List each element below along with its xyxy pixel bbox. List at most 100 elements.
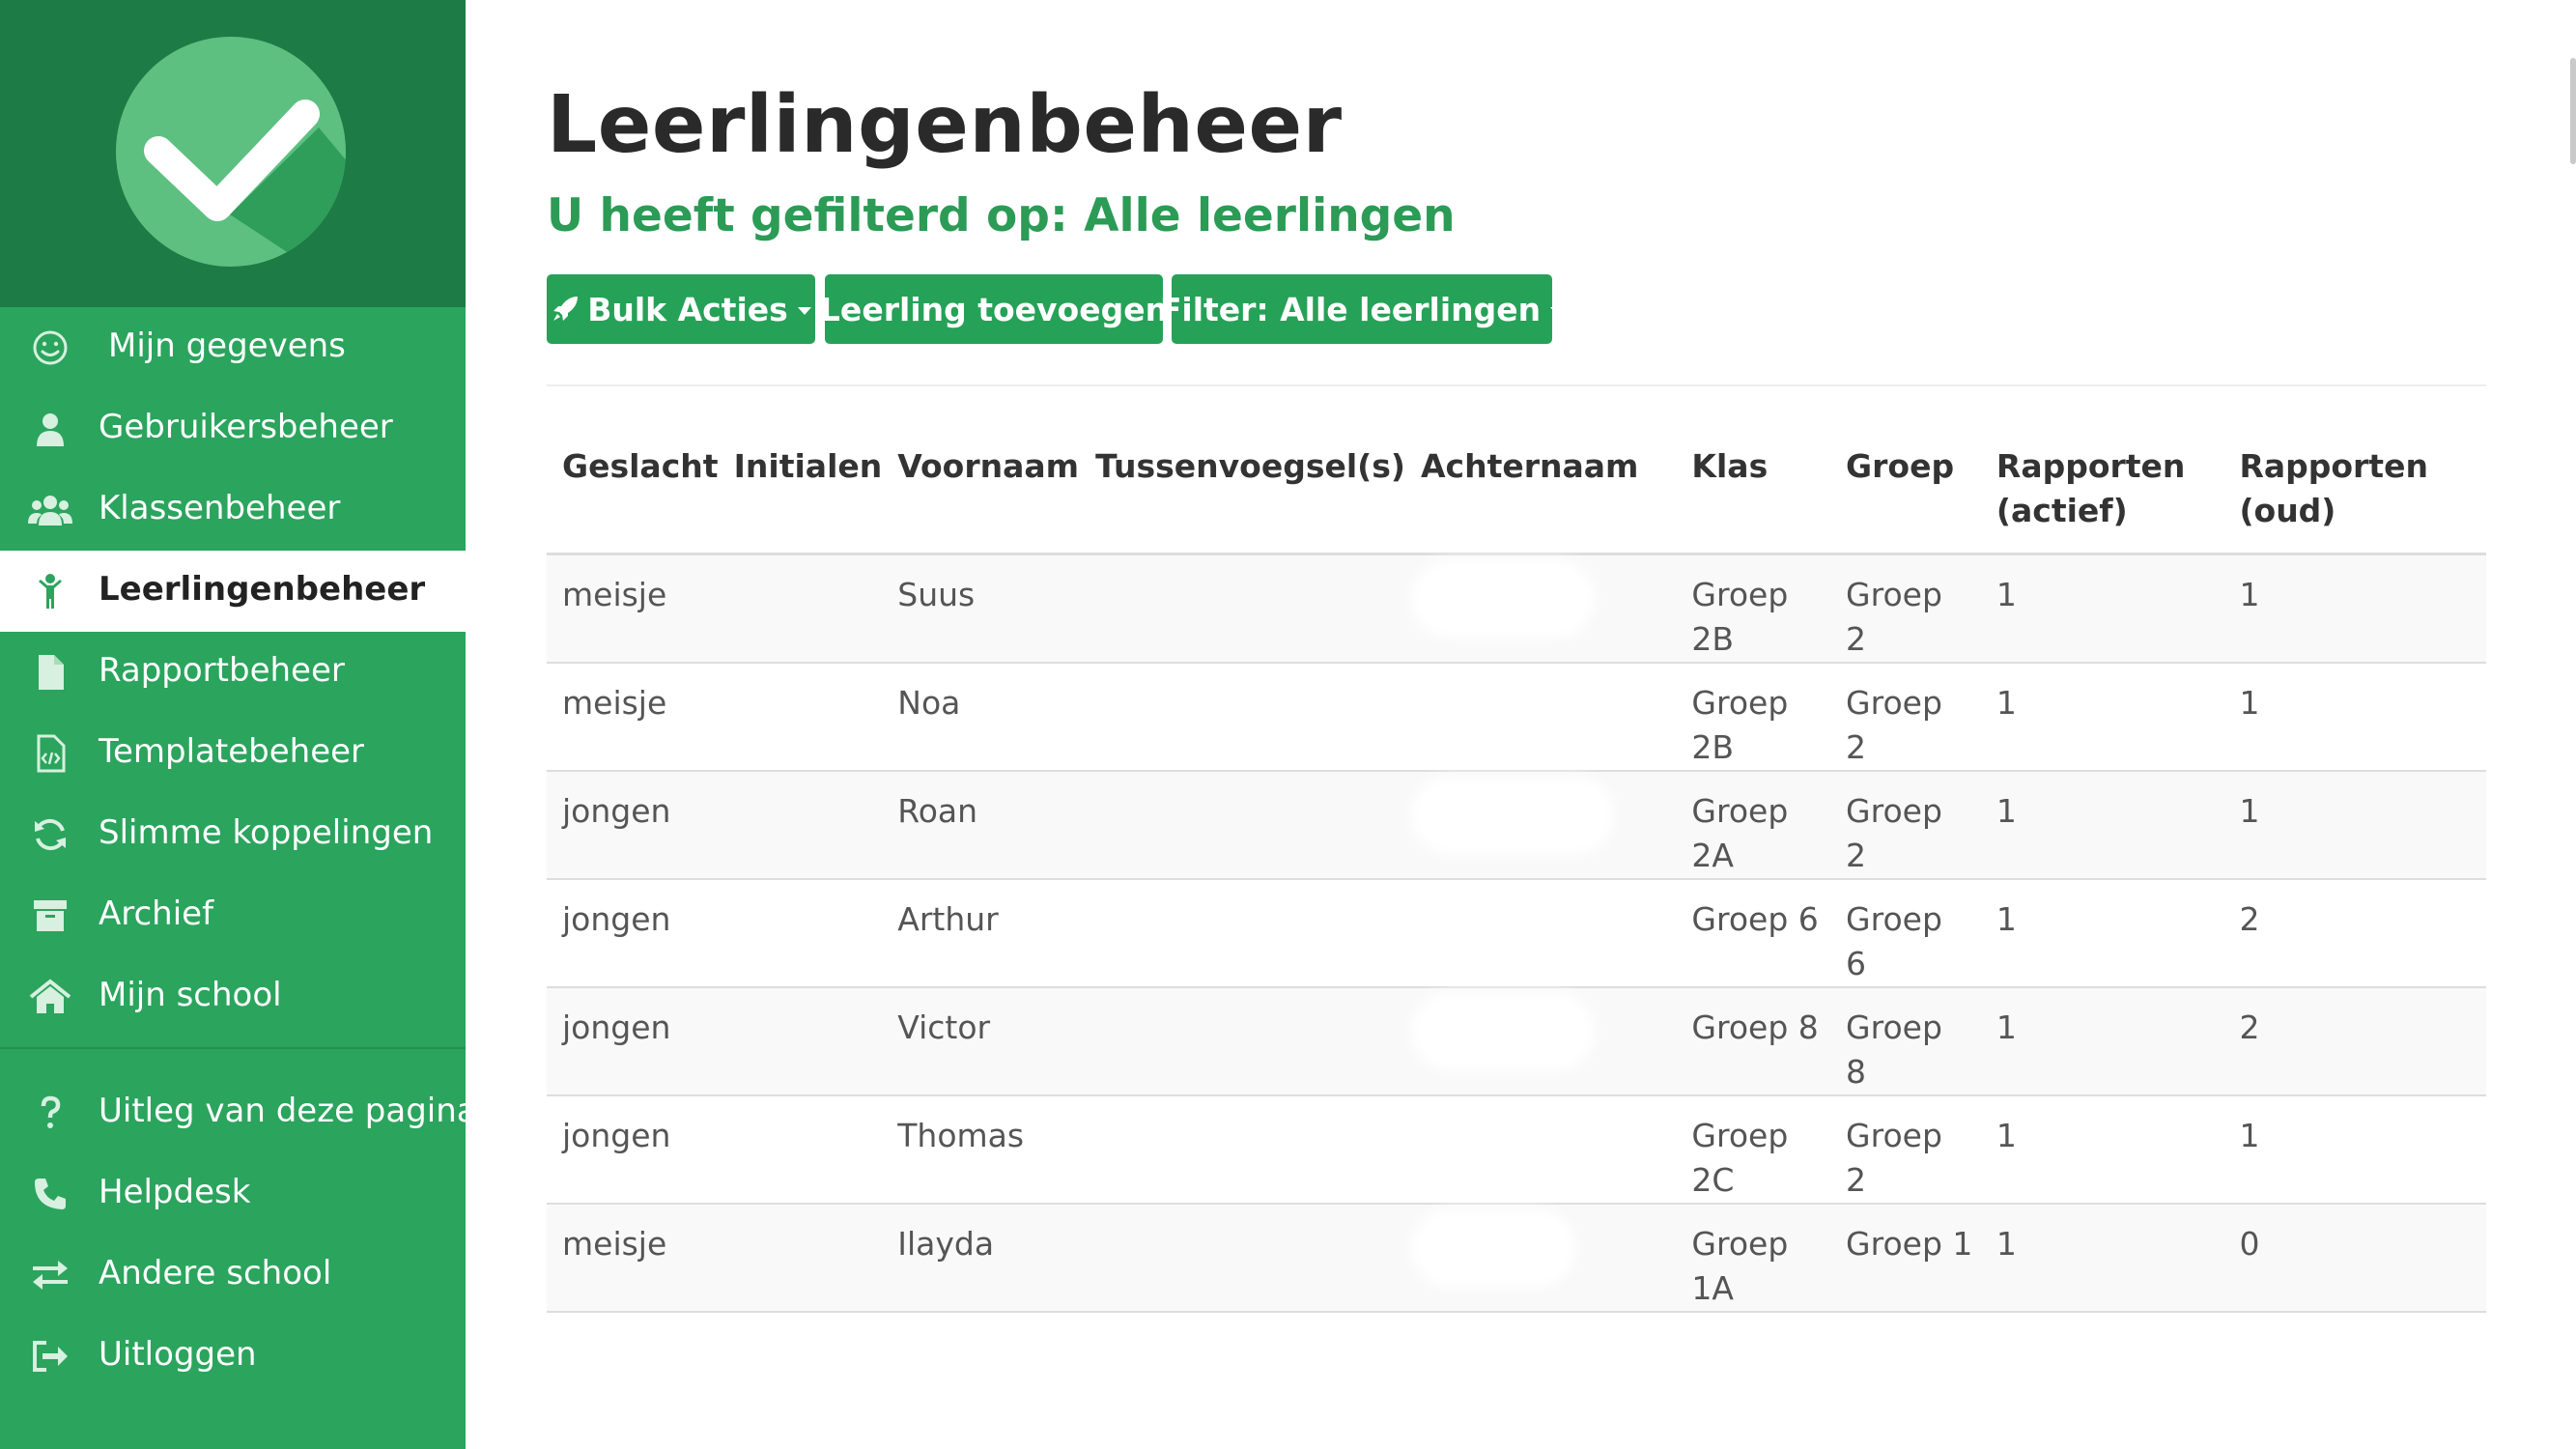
cell-groep: Groep 1 (1830, 1204, 1981, 1313)
cell-klas: Groep 8 (1676, 987, 1831, 1096)
sidebar-item-label: Uitleg van deze pagina (99, 1092, 477, 1130)
sidebar-item-gebruikersbeheer[interactable]: Gebruikersbeheer (0, 388, 466, 469)
checkmark-logo-icon[interactable] (116, 37, 346, 267)
cell-rapporten-actief: 1 (1980, 771, 2224, 880)
sidebar-item-label: Andere school (99, 1254, 332, 1293)
sidebar-item-uitloggen[interactable]: Uitloggen (0, 1316, 466, 1397)
cell-tussenvoegsel (1080, 1204, 1405, 1313)
sidebar-item-label: Gebruikersbeheer (99, 408, 393, 446)
table-row[interactable]: meisje Ilayda Groep 1A Groep 1 1 0 (547, 1204, 2486, 1313)
cell-klas: Groep 2C (1676, 1095, 1831, 1205)
sidebar-item-slimme-koppelingen[interactable]: Slimme koppelingen (0, 794, 466, 875)
sidebar-item-label: Helpdesk (99, 1173, 251, 1211)
add-student-button[interactable]: Leerling toevoegen (820, 274, 1168, 344)
sidebar-item-helpdesk[interactable]: Helpdesk (0, 1153, 466, 1235)
question-icon (27, 1094, 73, 1132)
page-title: Leerlingenbeheer (547, 79, 1343, 171)
sidebar-item-archief[interactable]: Archief (0, 875, 466, 956)
column-header-tussenvoegsel[interactable]: Tussenvoegsel(s) (1080, 423, 1405, 555)
filter-subtitle: U heeft gefilterd op: Alle leerlingen (547, 189, 1456, 242)
filter-dropdown-button[interactable]: Filter: Alle leerlingen (1160, 274, 1565, 344)
bulk-actions-button[interactable]: Bulk Acties (547, 274, 815, 344)
cell-groep: Groep 6 (1830, 879, 1981, 988)
archive-icon (27, 896, 73, 935)
cell-initialen (718, 663, 883, 772)
cell-geslacht: meisje (547, 663, 719, 772)
column-header-klas[interactable]: Klas (1676, 423, 1831, 555)
cell-achternaam (1404, 879, 1677, 988)
sidebar-item-andere-school[interactable]: Andere school (0, 1235, 466, 1316)
phone-icon (27, 1175, 73, 1213)
cell-achternaam (1404, 987, 1677, 1096)
cell-rapporten-oud: 1 (2223, 1095, 2486, 1205)
cell-groep: Groep 2 (1830, 771, 1981, 880)
table-row[interactable]: jongen Arthur Groep 6 Groep 6 1 2 (547, 879, 2486, 988)
cell-tussenvoegsel (1080, 987, 1405, 1096)
smiley-icon (27, 328, 73, 367)
sidebar-item-label: Templatebeheer (99, 732, 365, 771)
cell-rapporten-actief: 1 (1980, 1095, 2224, 1205)
cell-groep: Groep 2 (1830, 554, 1981, 664)
cell-rapporten-oud: 2 (2223, 879, 2486, 988)
column-header-rapporten-oud[interactable]: Rapporten (oud) (2223, 423, 2486, 555)
cell-klas: Groep 2B (1676, 554, 1831, 664)
cell-tussenvoegsel (1080, 663, 1405, 772)
redacted-surname (1420, 1218, 1566, 1278)
column-header-geslacht[interactable]: Geslacht (547, 423, 719, 555)
cell-rapporten-oud: 1 (2223, 554, 2486, 664)
cell-tussenvoegsel (1080, 771, 1405, 880)
cell-tussenvoegsel (1080, 1095, 1405, 1205)
table-row[interactable]: jongen Roan Groep 2A Groep 2 1 1 (547, 771, 2486, 880)
table-row[interactable]: meisje Noa Groep 2B Groep 2 1 1 (547, 663, 2486, 772)
cell-rapporten-oud: 2 (2223, 987, 2486, 1096)
students-table: Geslacht Initialen Voornaam Tussenvoegse… (547, 423, 2486, 1313)
column-header-rapporten-actief[interactable]: Rapporten (actief) (1980, 423, 2224, 555)
sidebar-item-mijn-school[interactable]: Mijn school (0, 956, 466, 1037)
cell-initialen (718, 1204, 883, 1313)
table-row[interactable]: meisje Suus Groep 2B Groep 2 1 1 (547, 554, 2486, 664)
divider (547, 384, 2486, 386)
child-icon (27, 572, 73, 611)
sidebar-item-leerlingenbeheer[interactable]: Leerlingenbeheer (0, 551, 466, 632)
sidebar-item-mijn-gegevens[interactable]: Mijn gegevens (0, 307, 466, 388)
cell-rapporten-oud: 1 (2223, 663, 2486, 772)
page-scrollbar[interactable] (2570, 58, 2576, 164)
cell-initialen (718, 771, 883, 880)
cell-geslacht: meisje (547, 1204, 719, 1313)
sidebar-item-uitleg[interactable]: Uitleg van deze pagina (0, 1072, 477, 1153)
table-header-row: Geslacht Initialen Voornaam Tussenvoegse… (547, 423, 2486, 555)
caret-down-icon (1550, 307, 1565, 315)
cell-voornaam: Suus (882, 554, 1081, 664)
sidebar-item-klassenbeheer[interactable]: Klassenbeheer (0, 469, 466, 551)
redacted-surname (1420, 1002, 1585, 1062)
cell-groep: Groep 8 (1830, 987, 1981, 1096)
cell-tussenvoegsel (1080, 554, 1405, 664)
cell-geslacht: meisje (547, 554, 719, 664)
column-header-voornaam[interactable]: Voornaam (882, 423, 1081, 555)
caret-down-icon (797, 307, 811, 315)
bulk-actions-label: Bulk Acties (587, 290, 788, 328)
cell-groep: Groep 2 (1830, 663, 1981, 772)
cell-tussenvoegsel (1080, 879, 1405, 988)
cell-rapporten-actief: 1 (1980, 987, 2224, 1096)
cell-geslacht: jongen (547, 1095, 719, 1205)
sidebar-divider (0, 1047, 466, 1049)
table-row[interactable]: jongen Victor Groep 8 Groep 8 1 2 (547, 987, 2486, 1096)
table-row[interactable]: jongen Thomas Groep 2C Groep 2 1 1 (547, 1095, 2486, 1205)
sidebar-item-label: Slimme koppelingen (99, 813, 434, 852)
sidebar-item-rapportbeheer[interactable]: Rapportbeheer (0, 632, 466, 713)
add-student-label: Leerling toevoegen (819, 290, 1169, 328)
cell-geslacht: jongen (547, 771, 719, 880)
cell-geslacht: jongen (547, 987, 719, 1096)
column-header-initialen[interactable]: Initialen (718, 423, 883, 555)
sidebar-item-label: Mijn gegevens (108, 327, 346, 365)
cell-rapporten-oud: 0 (2223, 1204, 2486, 1313)
column-header-achternaam[interactable]: Achternaam (1404, 423, 1677, 555)
sidebar-item-label: Uitloggen (99, 1335, 257, 1374)
cell-initialen (718, 879, 883, 988)
sidebar-item-label: Archief (99, 895, 214, 933)
cell-rapporten-actief: 1 (1980, 879, 2224, 988)
redacted-surname (1420, 785, 1604, 845)
sidebar-item-templatebeheer[interactable]: Templatebeheer (0, 713, 466, 794)
column-header-groep[interactable]: Groep (1830, 423, 1981, 555)
